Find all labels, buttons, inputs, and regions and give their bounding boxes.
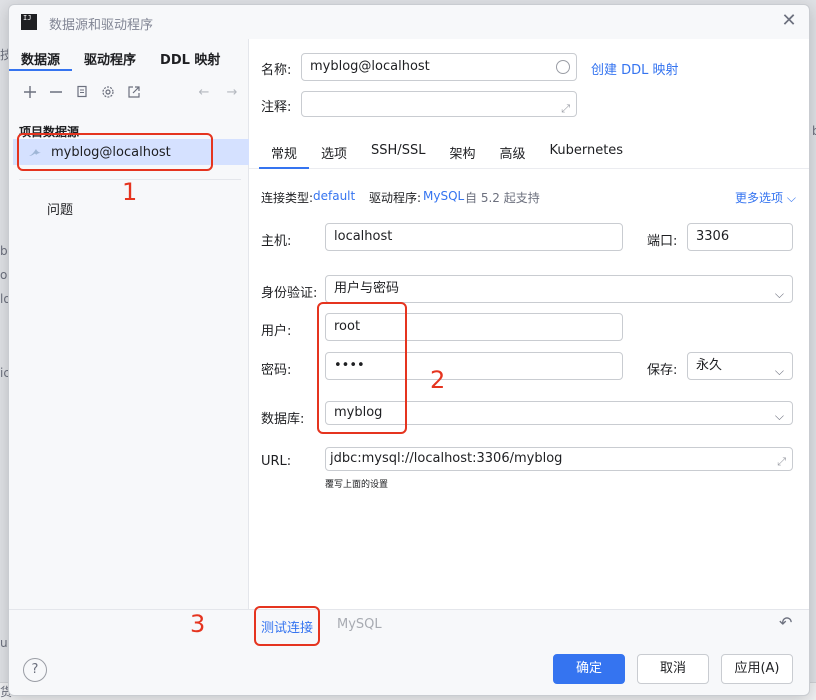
more-options-label: 更多选项 — [735, 191, 784, 205]
bg-fragment: o — [0, 268, 8, 282]
auth-select[interactable]: 用户与密码 ⌵ — [325, 275, 793, 303]
password-label: 密码: — [261, 363, 292, 378]
driver-ghost-label: MySQL — [337, 617, 382, 632]
tab-data-sources[interactable]: 数据源 — [9, 45, 73, 71]
tab-ddl-mappings[interactable]: DDL 映射 — [148, 45, 232, 71]
left-toolbar — [19, 81, 145, 103]
annotation-number-3: 3 — [190, 610, 206, 638]
problems-item[interactable]: 问题 — [47, 199, 73, 218]
comment-field[interactable]: ⤢ — [301, 91, 577, 117]
user-value: root — [334, 319, 361, 334]
data-sources-dialog: IJ 数据源和驱动程序 ✕ 数据源 驱动程序 DDL 映射 ← → 项目数据源 … — [8, 4, 810, 696]
host-field[interactable]: localhost — [325, 223, 623, 251]
password-field[interactable]: •••• — [325, 352, 623, 380]
cancel-button[interactable]: 取消 — [637, 654, 709, 684]
url-label: URL: — [261, 454, 292, 469]
port-field[interactable]: 3306 — [687, 223, 793, 251]
expand-icon[interactable]: ⤢ — [777, 451, 786, 470]
ok-button[interactable]: 确定 — [553, 654, 625, 684]
database-value: myblog — [334, 405, 383, 420]
remove-icon[interactable] — [45, 81, 67, 103]
database-label: 数据库: — [261, 412, 305, 427]
nav-arrows: ← → — [193, 81, 243, 103]
tab-advanced[interactable]: 高级 — [487, 137, 537, 169]
chevron-down-icon: ⌵ — [774, 287, 784, 301]
chevron-down-icon: ⌵ — [786, 191, 796, 205]
port-value: 3306 — [696, 229, 730, 244]
driver-label: 驱动程序: — [369, 191, 422, 205]
host-label: 主机: — [261, 234, 292, 249]
driver-value[interactable]: MySQL — [423, 189, 464, 203]
datasource-item[interactable]: myblog@localhost — [13, 139, 249, 165]
connection-type-value[interactable]: default — [313, 189, 355, 203]
database-select[interactable]: myblog ⌵ — [325, 401, 793, 425]
bg-fragment: b — [0, 244, 8, 258]
url-override-hint: 覆写上面的设置 — [325, 480, 389, 490]
tab-drivers[interactable]: 驱动程序 — [72, 45, 148, 71]
close-icon[interactable]: ✕ — [779, 11, 799, 31]
title-bar: IJ 数据源和驱动程序 ✕ — [9, 5, 809, 39]
url-value: jdbc:mysql://localhost:3306/myblog — [330, 451, 563, 466]
annotation-number-1: 1 — [122, 178, 138, 206]
annotation-number-2: 2 — [430, 366, 446, 394]
name-value: myblog@localhost — [310, 59, 430, 74]
tab-ssh-ssl[interactable]: SSH/SSL — [359, 137, 437, 169]
password-value: •••• — [334, 358, 365, 373]
add-icon[interactable] — [19, 81, 41, 103]
save-value: 永久 — [696, 358, 723, 373]
save-select[interactable]: 永久 ⌵ — [687, 352, 793, 380]
save-label: 保存: — [647, 363, 678, 378]
name-label: 名称: — [261, 63, 292, 78]
auth-value: 用户与密码 — [334, 281, 400, 296]
tab-kubernetes[interactable]: Kubernetes — [537, 137, 635, 169]
forward-arrow-icon[interactable]: → — [221, 81, 243, 103]
datasource-label: myblog@localhost — [51, 144, 171, 160]
bg-fragment: b — [812, 124, 816, 138]
dialog-title: 数据源和驱动程序 — [49, 18, 154, 33]
chevron-down-icon: ⌵ — [774, 409, 784, 423]
more-options-link[interactable]: 更多选项 ⌵ — [735, 189, 796, 206]
settings-tabs: 常规 选项 SSH/SSL 架构 高级 Kubernetes — [249, 137, 809, 169]
settings-gear-icon[interactable] — [97, 81, 119, 103]
right-panel: 名称: myblog@localhost 创建 DDL 映射 注释: ⤢ 常规 … — [249, 39, 809, 609]
url-field[interactable]: jdbc:mysql://localhost:3306/myblog ⤢ — [325, 447, 793, 471]
left-panel: 数据源 驱动程序 DDL 映射 ← → 项目数据源 myblog@localho… — [9, 39, 249, 609]
help-button[interactable]: ? — [23, 658, 47, 682]
open-external-icon[interactable] — [123, 81, 145, 103]
tab-schemas[interactable]: 架构 — [437, 137, 487, 169]
color-circle-icon[interactable] — [556, 60, 570, 74]
expand-icon[interactable]: ⤢ — [561, 96, 570, 116]
project-data-sources-label: 项目数据源 — [19, 125, 80, 139]
driver-support-text: 自 5.2 起支持 — [465, 191, 540, 205]
user-label: 用户: — [261, 324, 292, 339]
divider — [9, 609, 809, 610]
apply-button[interactable]: 应用(A) — [721, 654, 793, 684]
comment-label: 注释: — [261, 100, 292, 115]
tab-general[interactable]: 常规 — [259, 137, 310, 169]
intellij-app-icon: IJ — [21, 14, 37, 30]
duplicate-icon[interactable] — [71, 81, 93, 103]
name-field[interactable]: myblog@localhost — [301, 53, 577, 81]
dialog-footer: ? 确定 取消 应用(A) — [9, 641, 809, 695]
create-ddl-mapping-link[interactable]: 创建 DDL 映射 — [591, 59, 679, 78]
left-tabs: 数据源 驱动程序 DDL 映射 — [9, 45, 232, 71]
test-connection-link[interactable]: 测试连接 — [261, 617, 313, 636]
host-value: localhost — [334, 229, 393, 244]
user-field[interactable]: root — [325, 313, 623, 341]
revert-icon[interactable]: ↶ — [779, 613, 792, 632]
back-arrow-icon[interactable]: ← — [193, 81, 215, 103]
auth-label: 身份验证: — [261, 286, 318, 301]
mysql-dolphin-icon — [29, 149, 41, 156]
tab-options[interactable]: 选项 — [309, 137, 359, 169]
port-label: 端口: — [647, 234, 678, 249]
connection-type-label: 连接类型: — [261, 191, 314, 205]
chevron-down-icon: ⌵ — [774, 364, 784, 378]
